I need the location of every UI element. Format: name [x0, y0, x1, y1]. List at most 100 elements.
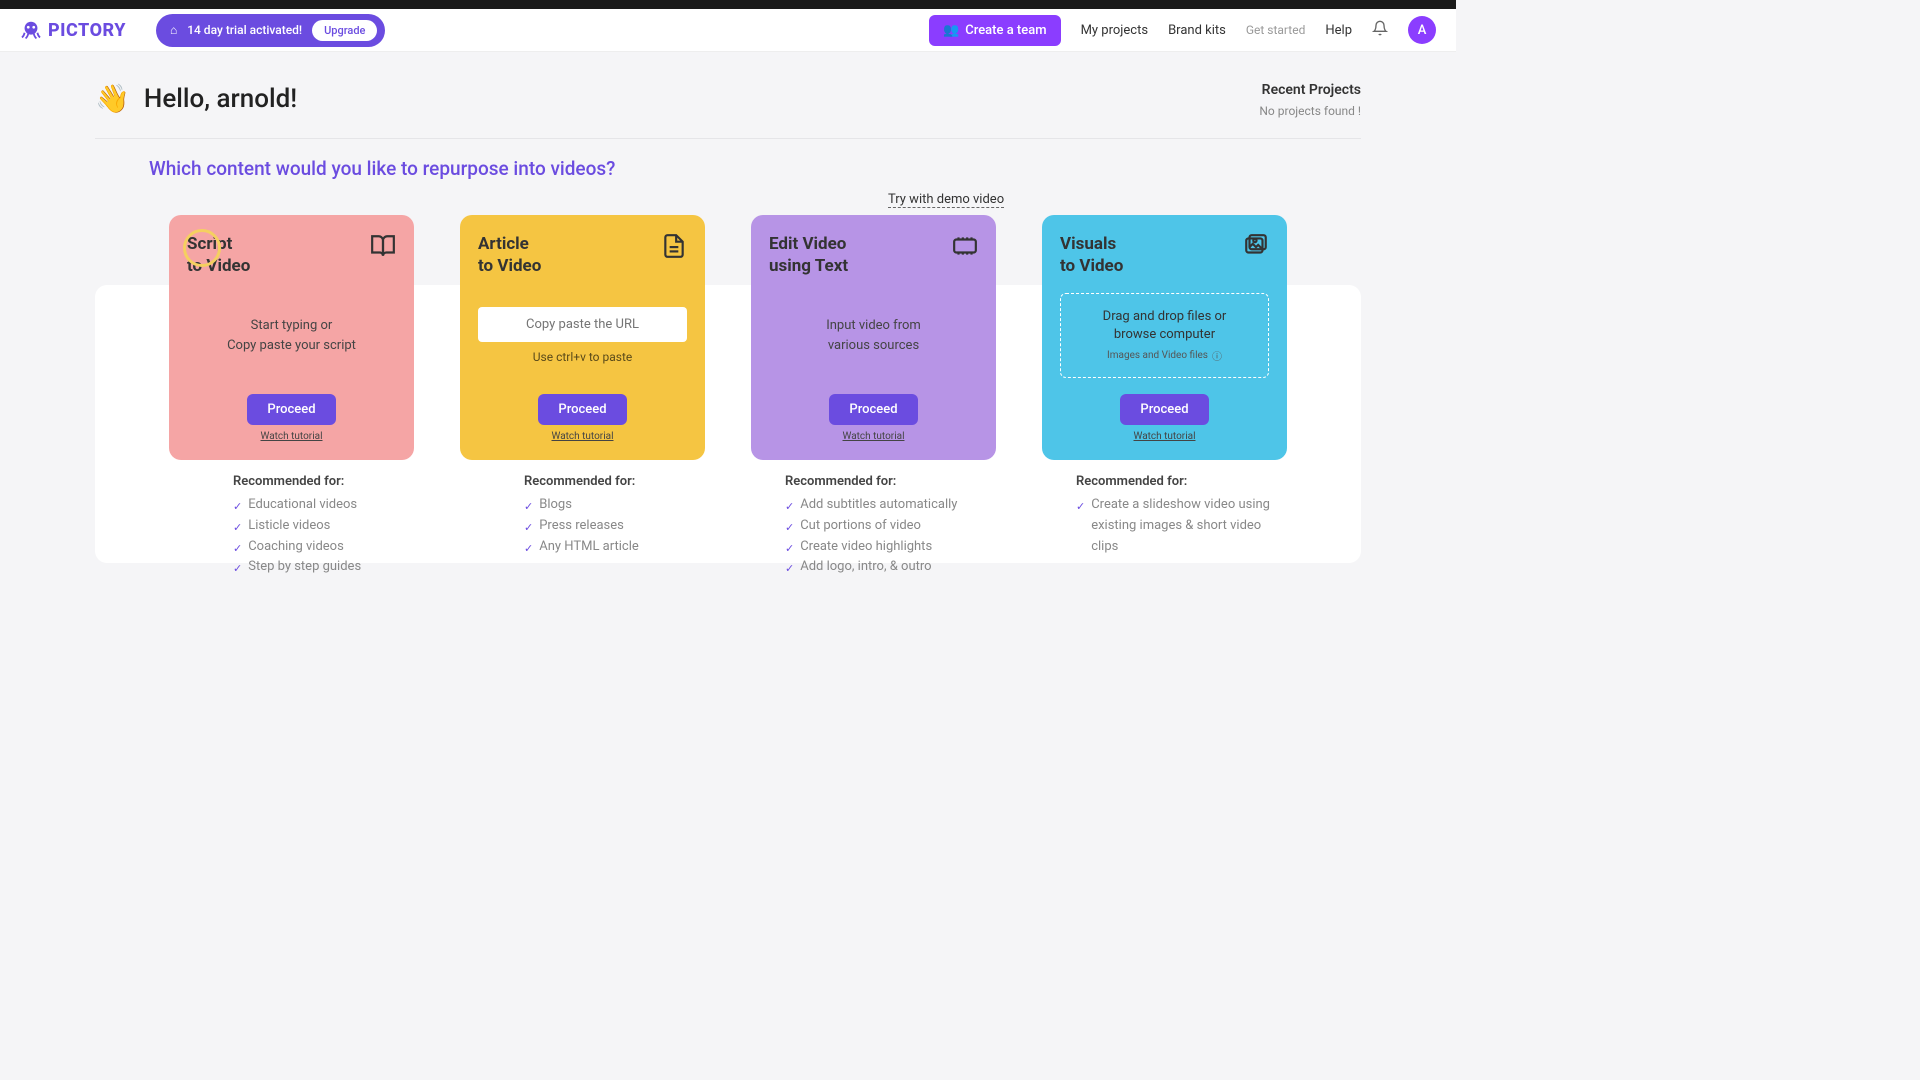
logo-text: PICTORY [48, 20, 126, 41]
proceed-button[interactable]: Proceed [1120, 394, 1208, 425]
card-header: Edit Video using Text [769, 233, 978, 277]
body-line1: Input video from [826, 318, 921, 333]
rec-text: Coaching videos [248, 537, 344, 558]
card-title-line1: Visuals [1060, 234, 1116, 254]
card-footer: Proceed Watch tutorial [769, 394, 978, 442]
file-text-icon [661, 233, 687, 263]
nav-get-started[interactable]: Get started [1246, 23, 1306, 37]
rec-col-3: Recommended for: ✓ Create a slideshow vid… [1042, 474, 1287, 578]
upgrade-button[interactable]: Upgrade [312, 20, 377, 41]
rec-text: Educational videos [248, 495, 357, 516]
rec-text: Create a slideshow video using existing … [1091, 495, 1287, 557]
check-icon: ✓ [785, 560, 794, 578]
rec-title: Recommended for: [524, 474, 705, 489]
card-footer: Proceed Watch tutorial [1060, 394, 1269, 442]
dropzone[interactable]: Drag and drop files or browse computer I… [1060, 293, 1269, 378]
check-icon: ✓ [785, 498, 794, 516]
dropzone-text: Drag and drop files or browse computer [1069, 308, 1260, 344]
card-title-line1: Edit Video [769, 234, 846, 254]
card-body[interactable]: Input video from various sources [769, 277, 978, 394]
avatar[interactable]: A [1408, 16, 1436, 44]
rec-item: ✓ Press releases [524, 516, 705, 537]
question: Which content would you like to repurpos… [149, 157, 1361, 180]
cards-container: Script to Video Start typing or Copy pas… [95, 215, 1361, 578]
tutorial-link[interactable]: Watch tutorial [843, 431, 905, 442]
rec-text: Blogs [539, 495, 572, 516]
rec-text: Cut portions of video [800, 516, 921, 537]
card-title: Visuals to Video [1060, 233, 1123, 277]
divider [95, 138, 1361, 139]
rec-item: ✓ Any HTML article [524, 537, 705, 558]
check-icon: ✓ [785, 540, 794, 558]
proceed-button[interactable]: Proceed [538, 394, 626, 425]
card-script-to-video: Script to Video Start typing or Copy pas… [169, 215, 414, 460]
demo-link[interactable]: Try with demo video [888, 192, 1004, 208]
octopus-icon [20, 19, 42, 41]
proceed-button[interactable]: Proceed [247, 394, 335, 425]
book-icon [370, 233, 396, 263]
body-line2: Copy paste your script [227, 338, 356, 353]
url-input[interactable] [478, 307, 687, 342]
logo[interactable]: PICTORY [20, 19, 126, 41]
tutorial-link[interactable]: Watch tutorial [261, 431, 323, 442]
rec-item: ✓ Listicle videos [233, 516, 414, 537]
browser-chrome-dark [0, 0, 1456, 9]
card-header: Article to Video [478, 233, 687, 277]
rec-text: Any HTML article [539, 537, 639, 558]
rec-text: Listicle videos [248, 516, 330, 537]
rec-text: Step by step guides [248, 557, 361, 578]
check-icon: ✓ [785, 519, 794, 537]
rec-list: ✓Educational videos ✓Listicle videos ✓Co… [233, 495, 414, 578]
trial-text: 14 day trial activated! [187, 23, 302, 37]
check-icon: ✓ [233, 540, 242, 558]
create-team-button[interactable]: 👥 Create a team [929, 15, 1061, 46]
card-title-line2: to Video [187, 256, 250, 276]
card-visuals-to-video: Visuals to Video Drag and drop files or … [1042, 215, 1287, 460]
rec-list: ✓Add subtitles automatically ✓Cut portio… [785, 495, 996, 578]
proceed-button[interactable]: Proceed [829, 394, 917, 425]
rec-title: Recommended for: [785, 474, 996, 489]
check-icon: ✓ [524, 498, 533, 516]
card-body-text: Input video from various sources [826, 316, 921, 355]
rec-item: ✓ Step by step guides [233, 557, 414, 578]
tutorial-link[interactable]: Watch tutorial [1134, 431, 1196, 442]
card-body[interactable]: Start typing or Copy paste your script [187, 277, 396, 394]
dz-sub-text: Images and Video files [1107, 350, 1208, 361]
rec-list: ✓ Blogs ✓ Press releases ✓ Any HTML article [524, 495, 705, 557]
check-icon: ✓ [233, 560, 242, 578]
rec-item: ✓ Create a slideshow video using existing… [1076, 495, 1287, 557]
check-icon: ✓ [1076, 498, 1085, 516]
images-icon [1243, 233, 1269, 263]
recent-empty: No projects found ! [1259, 104, 1361, 118]
dz-line1: Drag and drop files or [1103, 309, 1227, 324]
rec-text: Press releases [539, 516, 624, 537]
card-body-text: Start typing or Copy paste your script [227, 316, 356, 355]
rec-item: ✓Educational videos [233, 495, 414, 516]
rec-text: Create video highlights [800, 537, 932, 558]
recommendations: Recommended for: ✓Educational videos ✓Li… [95, 474, 1361, 578]
tutorial-link[interactable]: Watch tutorial [552, 431, 614, 442]
bell-icon[interactable] [1372, 20, 1388, 40]
card-header: Script to Video [187, 233, 396, 277]
greeting-text: Hello, arnold! [144, 84, 297, 114]
card-article-to-video: Article to Video Use ctrl+v to paste Pro… [460, 215, 705, 460]
wave-emoji: 👋 [95, 82, 130, 115]
house-icon: ⌂ [170, 23, 177, 37]
check-icon: ✓ [524, 540, 533, 558]
recent-title: Recent Projects [1259, 82, 1361, 98]
rec-col-0: Recommended for: ✓Educational videos ✓Li… [169, 474, 414, 578]
rec-text: Add logo, intro, & outro [800, 557, 931, 578]
card-title: Edit Video using Text [769, 233, 848, 277]
nav-help[interactable]: Help [1325, 23, 1352, 38]
nav-brand-kits[interactable]: Brand kits [1168, 23, 1226, 38]
card-body: Drag and drop files or browse computer I… [1060, 277, 1269, 394]
nav-my-projects[interactable]: My projects [1081, 23, 1149, 38]
rec-item: ✓ Cut portions of video [785, 516, 996, 537]
check-icon: ✓ [233, 519, 242, 537]
card-footer: Proceed Watch tutorial [478, 394, 687, 442]
card-edit-video: Edit Video using Text Input video from v… [751, 215, 996, 460]
rec-list: ✓ Create a slideshow video using existing… [1076, 495, 1287, 557]
check-icon: ✓ [524, 519, 533, 537]
rec-title: Recommended for: [1076, 474, 1287, 489]
team-icon: 👥 [943, 23, 959, 38]
